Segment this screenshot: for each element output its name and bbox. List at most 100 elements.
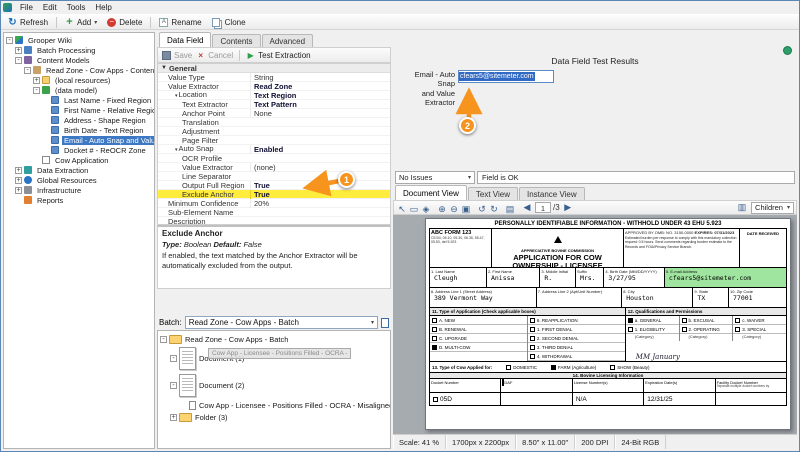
thumbs-icon[interactable]: ▤ [504,203,516,215]
add-button[interactable]: + Add ▾ [61,17,101,28]
property-row-description[interactable]: Description [158,217,390,225]
rotate-left-icon[interactable]: ↺ [476,203,488,215]
tree-item-batch-processing[interactable]: +Batch Processing [4,45,154,55]
property-value[interactable]: Text Pattern [250,100,390,109]
prev-page-button[interactable]: ◀ [521,202,533,214]
email-value-input[interactable]: cfears5@sitemeter.com [458,70,554,83]
collapse-icon[interactable]: - [24,67,31,74]
expand-icon[interactable]: + [15,167,22,174]
tree-item-reports[interactable]: Reports [4,195,154,205]
tree-item-infrastructure[interactable]: +Infrastructure [4,185,154,195]
tab-advanced[interactable]: Advanced [262,34,314,47]
checkbox-checked-icon[interactable] [628,318,633,323]
expand-icon[interactable]: + [33,77,40,84]
menu-help[interactable]: Help [90,3,116,12]
issues-dropdown[interactable]: No Issues ▾ [395,171,475,184]
tree-item-last-name-fixed-region[interactable]: Last Name - Fixed Region [4,95,154,105]
tree-item-docket-reocr-zone[interactable]: Docket # - ReOCR Zone [4,145,154,155]
batch-item-cow-app-licensee-positions-filled-ocra-mis[interactable]: Cow App - Licensee - Positions Filled - … [158,399,390,411]
batch-item-folder-3[interactable]: +Folder (3) [158,411,390,423]
collapse-icon[interactable]: - [33,87,40,94]
checkbox-icon[interactable] [530,318,535,323]
expand-icon[interactable]: + [170,414,177,421]
tree-item-read-zone-cow-apps-content-mo[interactable]: -Read Zone - Cow Apps - Content Mo [4,65,154,75]
rename-button[interactable]: A Rename [155,17,205,28]
property-value[interactable]: 20% [250,199,390,208]
collapse-icon[interactable]: - [170,355,177,362]
property-value[interactable]: Read Zone [250,82,390,91]
children-dropdown[interactable]: Children ▾ [751,202,794,214]
collapse-icon[interactable]: - [170,382,177,389]
region-icon[interactable]: ▭ [408,203,420,215]
batch-item-document-1[interactable]: -Document (1)Cow App - Licensee - Positi… [158,345,390,372]
tree-item-content-models[interactable]: -Content Models [4,55,154,65]
pointer-icon[interactable]: ↖ [396,203,408,215]
grid-view-icon[interactable]: ▥ [736,202,748,214]
rotate-right-icon[interactable]: ↻ [488,203,500,215]
refresh-button[interactable]: ↻ Refresh [4,17,52,28]
collapse-icon[interactable]: - [160,336,167,343]
page-number-input[interactable]: 1 [535,202,551,213]
checkbox-icon[interactable] [628,327,633,332]
tree-item-cow-application[interactable]: Cow Application [4,155,154,165]
checkbox-icon[interactable] [433,397,438,402]
tree-item-data-model[interactable]: -(data model) [4,85,154,95]
menu-tools[interactable]: Tools [62,3,91,12]
checkbox-icon[interactable] [432,336,437,341]
tree-item-birth-date-text-region[interactable]: Birth Date - Text Region [4,125,154,135]
batch-dropdown-icon[interactable]: ▾ [371,319,374,326]
save-button[interactable]: Save [162,51,192,60]
results-settings-icon[interactable] [783,46,792,55]
property-expand-icon[interactable]: ▾ [175,147,178,153]
checkbox-icon[interactable] [432,327,437,332]
property-value[interactable]: None [250,109,390,118]
tree-item-grooper-wiki[interactable]: -Grooper Wiki [4,35,154,45]
checkbox-icon[interactable] [530,354,535,359]
document-viewer[interactable]: PERSONALLY IDENTIFIABLE INFORMATION - WI… [393,215,797,434]
expand-icon[interactable]: + [15,177,22,184]
menu-edit[interactable]: Edit [38,3,62,12]
checkbox-icon[interactable] [735,318,740,323]
checkbox-icon[interactable] [432,318,437,323]
property-value[interactable]: String [250,73,390,82]
tab-data-field[interactable]: Data Field [159,32,211,47]
checkbox-icon[interactable] [735,327,740,332]
checkbox-checked-icon[interactable] [551,365,556,370]
checkbox-icon[interactable] [530,336,535,341]
tree-item-data-extraction[interactable]: +Data Extraction [4,165,154,175]
checkbox-checked-icon[interactable] [432,345,437,350]
cancel-button[interactable]: × Cancel [196,51,233,60]
tree-item-first-name-relative-region[interactable]: First Name - Relative Region [4,105,154,115]
add-dropdown-icon[interactable]: ▾ [94,19,97,26]
tab-instance-view[interactable]: Instance View [519,187,585,200]
next-page-button[interactable]: ▶ [562,202,574,214]
expand-icon[interactable]: + [15,47,22,54]
property-value[interactable]: Enabled [250,145,390,154]
zoom-out-icon[interactable]: ⊖ [448,203,460,215]
batch-selector[interactable]: Read Zone - Cow Apps - Batch ▾ [185,316,378,329]
property-value[interactable]: Text Region [250,91,390,100]
checkbox-icon[interactable] [682,318,687,323]
zoom-in-icon[interactable]: ⊕ [436,203,448,215]
tree-item-local-resources[interactable]: +(local resources) [4,75,154,85]
snap-icon[interactable]: ◈ [420,203,432,215]
batch-view-icon[interactable] [381,318,389,328]
collapse-icon[interactable]: - [15,57,22,64]
tree-item-global-resources[interactable]: +Global Resources [4,175,154,185]
tree-item-email-auto-snap-and-value-e[interactable]: Email - Auto Snap and Value E [4,135,154,145]
tab-contents[interactable]: Contents [212,34,260,47]
batch-item-read-zone-cow-apps-batch[interactable]: -Read Zone - Cow Apps - Batch [158,333,390,345]
delete-button[interactable]: − Delete [103,17,146,28]
checkbox-icon[interactable] [530,345,535,350]
clone-button[interactable]: Clone [208,17,250,28]
test-extraction-button[interactable]: ▶ Test Extraction [246,51,310,60]
batch-item-document-2[interactable]: -Document (2) [158,372,390,399]
checkbox-icon[interactable] [682,327,687,332]
menu-file[interactable]: File [15,3,38,12]
collapse-icon[interactable]: - [6,37,13,44]
fit-icon[interactable]: ▣ [460,203,472,215]
checkbox-icon[interactable] [506,365,511,370]
checkbox-icon[interactable] [610,365,615,370]
expand-icon[interactable]: + [15,187,22,194]
tree-item-address-shape-region[interactable]: Address - Shape Region [4,115,154,125]
